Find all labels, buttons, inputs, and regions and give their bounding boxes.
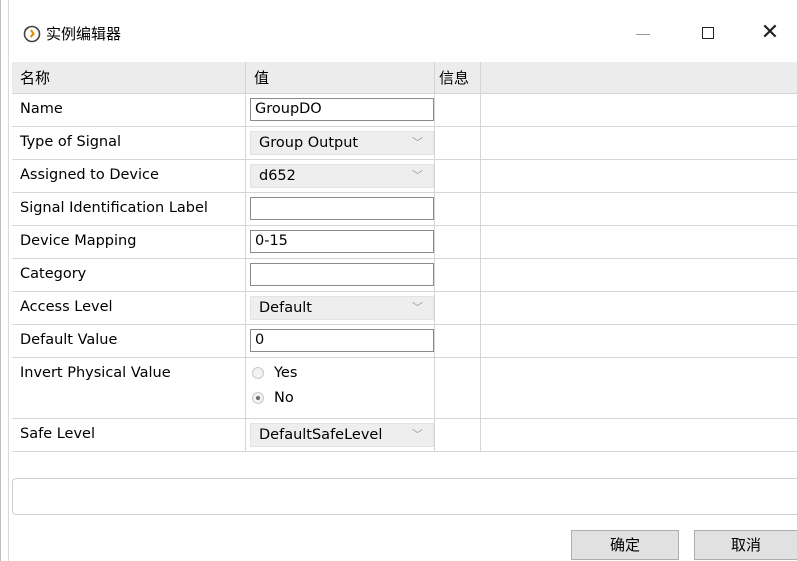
row-safe-level: Safe Level DefaultSafeLevel ﹀	[12, 419, 797, 452]
label-assigned-to-device: Assigned to Device	[20, 167, 159, 183]
message-area	[12, 478, 797, 515]
header-value: 值	[254, 69, 270, 87]
window-left-border	[0, 0, 1, 561]
window-title: 实例编辑器	[46, 25, 122, 43]
row-name: Name GroupDO	[12, 94, 797, 127]
label-safe-level: Safe Level	[20, 426, 95, 442]
type-of-signal-select[interactable]: Group Output ﹀	[250, 131, 434, 155]
cancel-button[interactable]: 取消	[694, 530, 797, 560]
label-default-value: Default Value	[20, 332, 118, 348]
access-level-select[interactable]: Default ﹀	[250, 296, 434, 320]
panel-left-border	[8, 0, 9, 561]
minimize-button[interactable]	[630, 22, 658, 46]
label-type-of-signal: Type of Signal	[20, 134, 122, 150]
row-signal-identification-label: Signal Identification Label	[12, 193, 797, 226]
row-type-of-signal: Type of Signal Group Output ﹀	[12, 127, 797, 160]
device-mapping-input[interactable]: 0-15	[250, 230, 434, 253]
name-input[interactable]: GroupDO	[250, 98, 434, 121]
label-invert-physical-value: Invert Physical Value	[20, 365, 171, 381]
assigned-to-device-select[interactable]: d652 ﹀	[250, 164, 434, 188]
label-category: Category	[20, 266, 87, 282]
row-default-value: Default Value 0	[12, 325, 797, 358]
row-category: Category	[12, 259, 797, 292]
header-name: 名称	[20, 69, 51, 87]
chevron-down-icon: ﹀	[412, 136, 423, 149]
label-signal-identification-label: Signal Identification Label	[20, 200, 208, 216]
property-grid: 名称 值 信息 Name GroupDO Type of Signal Grou…	[12, 62, 797, 452]
title-bar: 实例编辑器 ✕	[0, 0, 797, 62]
maximize-button[interactable]	[696, 22, 724, 46]
chevron-down-icon: ﹀	[412, 301, 423, 314]
header-info: 信息	[439, 69, 470, 87]
grid-header: 名称 值 信息	[12, 62, 797, 94]
chevron-down-icon: ﹀	[412, 428, 423, 441]
label-device-mapping: Device Mapping	[20, 233, 137, 249]
radio-button-selected-icon	[252, 392, 264, 404]
row-invert-physical-value: Invert Physical Value Yes No	[12, 358, 797, 419]
label-name: Name	[20, 101, 63, 117]
row-assigned-to-device: Assigned to Device d652 ﹀	[12, 160, 797, 193]
row-device-mapping: Device Mapping 0-15	[12, 226, 797, 259]
close-button[interactable]: ✕	[756, 20, 784, 46]
row-access-level: Access Level Default ﹀	[12, 292, 797, 325]
radio-button-icon	[252, 367, 264, 379]
safe-level-select[interactable]: DefaultSafeLevel ﹀	[250, 423, 434, 447]
default-value-input[interactable]: 0	[250, 329, 434, 352]
chevron-down-icon: ﹀	[412, 169, 423, 182]
category-input[interactable]	[250, 263, 434, 286]
ok-button[interactable]: 确定	[571, 530, 679, 560]
label-access-level: Access Level	[20, 299, 113, 315]
signal-identification-label-input[interactable]	[250, 197, 434, 220]
app-icon	[23, 25, 41, 43]
